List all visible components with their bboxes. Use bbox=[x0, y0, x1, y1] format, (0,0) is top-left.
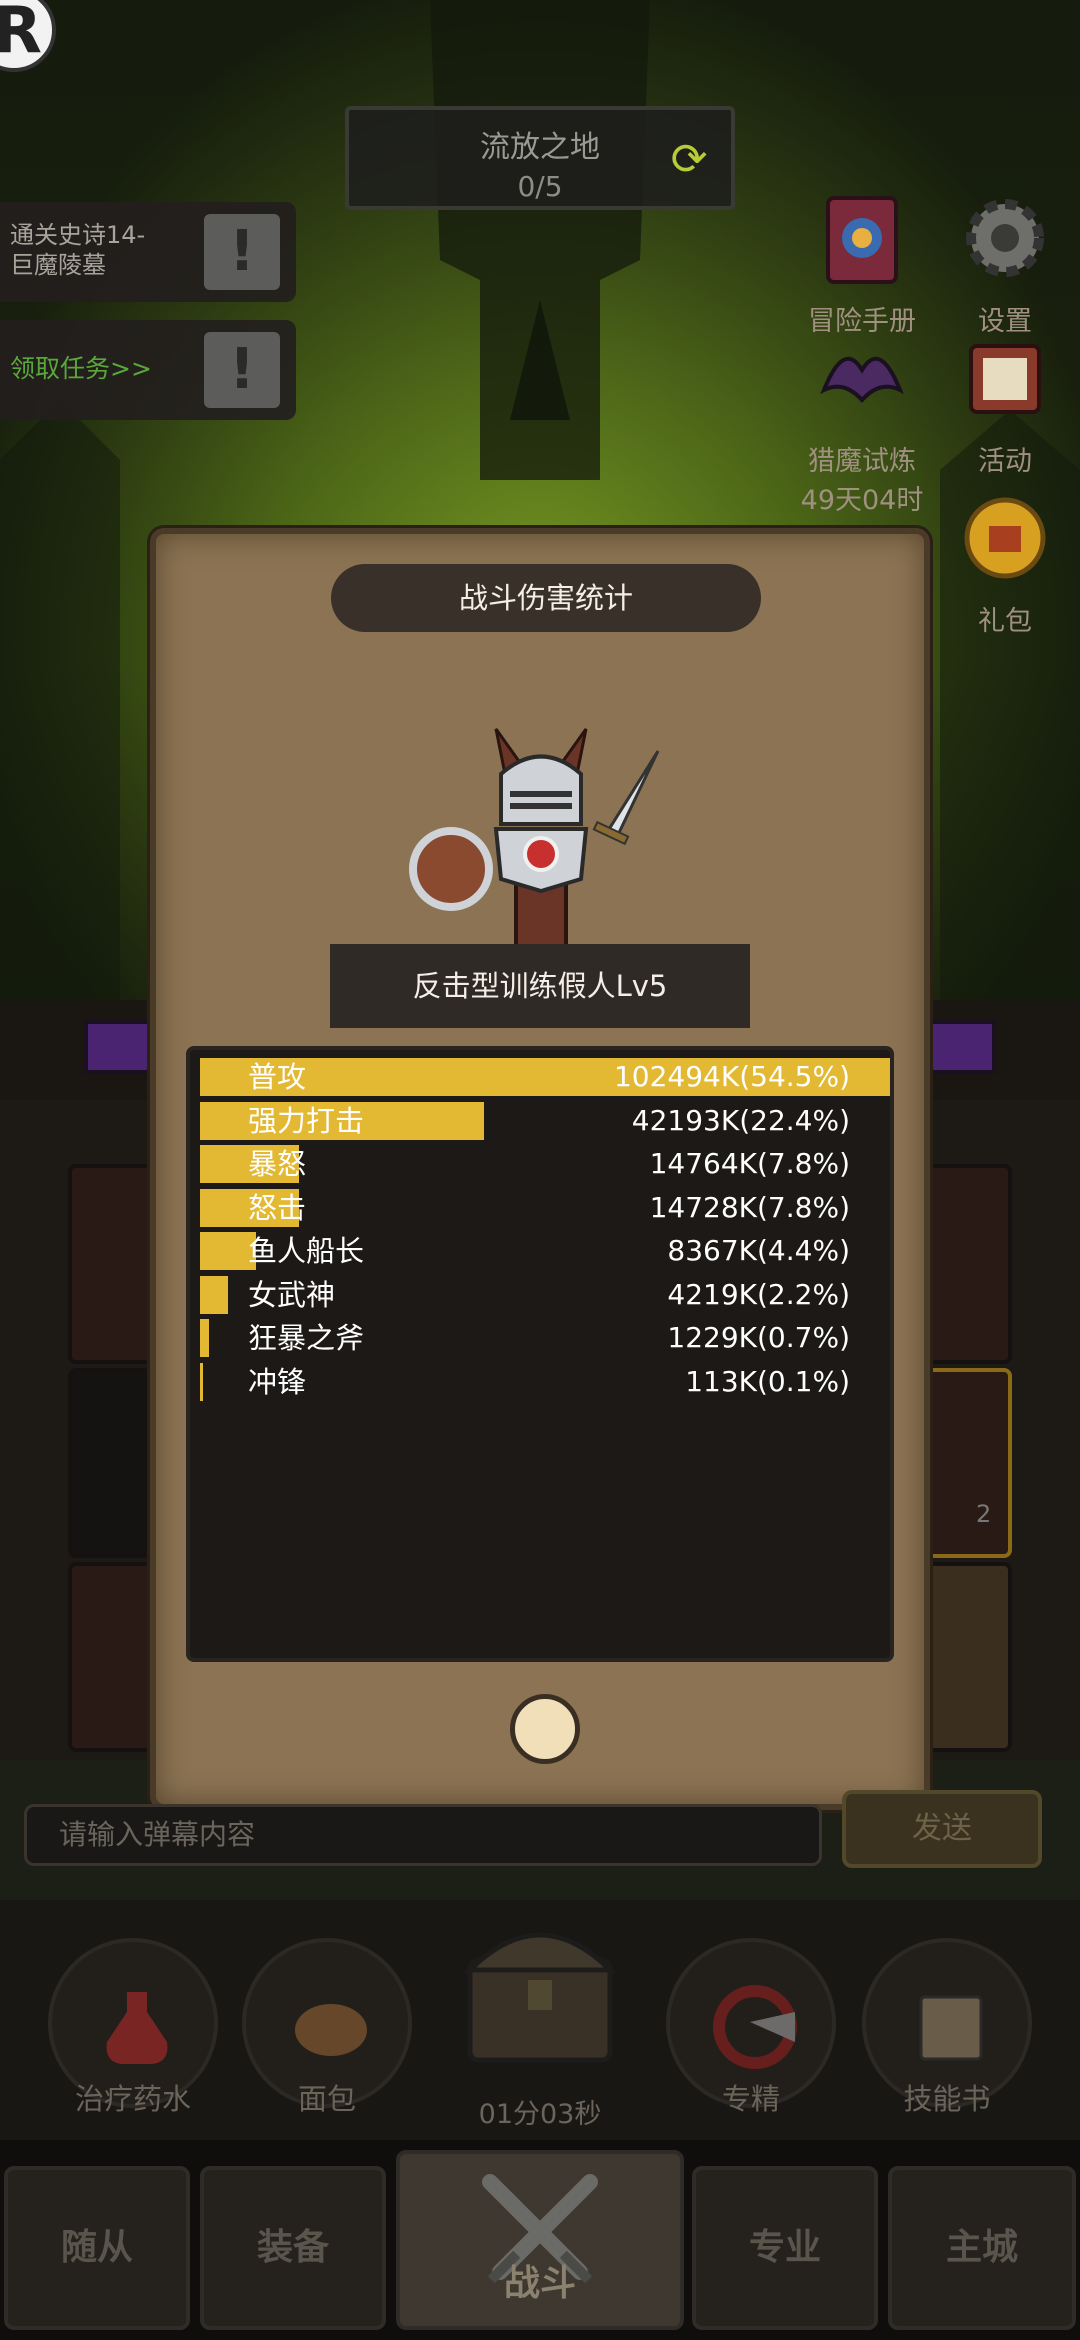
modal-title: 战斗伤害统计 bbox=[331, 564, 761, 632]
damage-source-name: 鱼人船长 bbox=[248, 1234, 365, 1268]
damage-source-name: 强力打击 bbox=[248, 1103, 365, 1138]
damage-stats-list: 普攻 102494K(54.5%) 强力打击 42193K(22.4%) 暴怒 14764… bbox=[186, 1046, 894, 1662]
quest-item-epic[interactable]: 通关史诗14- 巨魔陵墓 ! bbox=[0, 202, 296, 302]
damage-value: 1229K(0.7%) bbox=[667, 1321, 850, 1354]
grid-cell-count: 2 bbox=[976, 1500, 992, 1528]
damage-source-name: 女武神 bbox=[248, 1277, 336, 1312]
refresh-icon[interactable]: ⟳ bbox=[665, 136, 713, 184]
tab-profession[interactable]: 专业 bbox=[692, 2166, 878, 2330]
quest-claim-label: 领取任务>> bbox=[10, 354, 152, 383]
damage-value: 113K(0.1%) bbox=[685, 1364, 850, 1398]
damage-stat-row: 冲锋 113K(0.1%) bbox=[200, 1362, 890, 1401]
settings-button[interactable]: 设置 bbox=[940, 190, 1070, 338]
handbook-button[interactable]: 冒险手册 bbox=[797, 190, 927, 338]
quest-line: 通关史诗14- bbox=[10, 221, 146, 249]
demon-hunt-timer: 49天04时 bbox=[800, 485, 924, 516]
gear-icon bbox=[966, 199, 1044, 277]
demon-hunt-label: 猎魔试炼 bbox=[808, 446, 916, 477]
damage-value: 4219K(2.2%) bbox=[667, 1277, 850, 1311]
grid-cell bbox=[922, 1562, 1012, 1752]
tab-battle[interactable]: 战斗 bbox=[396, 2150, 684, 2330]
close-button[interactable] bbox=[510, 1694, 580, 1764]
damage-source-name: 暴怒 bbox=[248, 1147, 307, 1181]
damage-value: 14728K(7.8%) bbox=[649, 1190, 850, 1224]
damage-stat-row: 怒击 14728K(7.8%) bbox=[200, 1188, 890, 1227]
bread-label: 面包 bbox=[297, 2082, 356, 2116]
damage-bar bbox=[200, 1362, 203, 1401]
bat-wing-icon bbox=[820, 356, 904, 403]
damage-value: 102494K(54.5%) bbox=[613, 1060, 850, 1093]
damage-stat-row: 鱼人船长 8367K(4.4%) bbox=[200, 1232, 890, 1270]
damage-source-name: 普攻 bbox=[248, 1060, 307, 1094]
damage-source-name: 怒击 bbox=[248, 1190, 307, 1225]
damage-value: 42193K(22.4%) bbox=[631, 1103, 850, 1137]
tab-main-city[interactable]: 主城 bbox=[888, 2166, 1076, 2330]
quest-item-claim[interactable]: 领取任务>> ! bbox=[0, 320, 296, 420]
damage-source-name: 狂暴之斧 bbox=[248, 1321, 365, 1355]
damage-stat-row: 女武神 4219K(2.2%) bbox=[200, 1275, 890, 1314]
damage-stat-row: 强力打击 42193K(22.4%) bbox=[200, 1101, 890, 1140]
bottom-navigation: 随从 装备 战斗 专业 主城 bbox=[0, 2140, 1080, 2340]
send-button[interactable]: 发送 bbox=[842, 1790, 1042, 1868]
event-label: 活动 bbox=[978, 446, 1032, 477]
damage-source-name: 冲锋 bbox=[248, 1364, 307, 1399]
chest-timer: 01分03秒 bbox=[478, 2099, 602, 2130]
danmaku-input[interactable]: 请输入弹幕内容 bbox=[24, 1804, 822, 1866]
gift-button[interactable]: 礼包 bbox=[940, 490, 1070, 638]
exclamation-icon: ! bbox=[204, 214, 280, 290]
damage-bar bbox=[200, 1319, 209, 1357]
damage-stats-modal: 战斗伤害统计 反击型训练假人Lv5 普攻 102494K(54.5%) 强力打击 42… bbox=[150, 528, 930, 1810]
tab-battle-label: 战斗 bbox=[503, 2263, 576, 2304]
damage-value: 14764K(7.8%) bbox=[649, 1147, 850, 1180]
damage-stat-row: 普攻 102494K(54.5%) bbox=[200, 1058, 890, 1096]
specialty-icon bbox=[713, 1985, 797, 2069]
stage-info[interactable]: 流放之地 0/5 ⟳ bbox=[345, 106, 735, 210]
purple-health-bar-right bbox=[920, 1020, 996, 1074]
grid-cell bbox=[68, 1562, 158, 1752]
target-name: 反击型训练假人Lv5 bbox=[330, 944, 750, 1028]
quest-line: 巨魔陵墓 bbox=[10, 251, 106, 279]
exclamation-icon: ! bbox=[204, 332, 280, 408]
potion-label: 治疗药水 bbox=[74, 2082, 191, 2116]
damage-stat-row: 暴怒 14764K(7.8%) bbox=[200, 1145, 890, 1183]
gift-label: 礼包 bbox=[978, 606, 1032, 637]
potion-icon bbox=[106, 1992, 168, 2064]
grid-cell bbox=[922, 1368, 1012, 1558]
gift-coin-icon bbox=[964, 497, 1046, 579]
damage-stat-row: 狂暴之斧 1229K(0.7%) bbox=[200, 1319, 890, 1357]
scroll-board-icon bbox=[969, 344, 1041, 414]
skill-book-label: 技能书 bbox=[903, 2082, 991, 2116]
book-icon bbox=[826, 196, 898, 284]
tab-followers[interactable]: 随从 bbox=[4, 2166, 190, 2330]
damage-bar bbox=[200, 1275, 228, 1314]
treasure-chest-icon[interactable] bbox=[450, 1910, 630, 2070]
bread-icon bbox=[295, 2004, 367, 2056]
grid-cell bbox=[68, 1164, 158, 1364]
specialty-label: 专精 bbox=[721, 2082, 780, 2116]
skill-book-icon bbox=[919, 1995, 983, 2061]
damage-value: 8367K(4.4%) bbox=[667, 1234, 850, 1267]
event-button[interactable]: 活动 bbox=[940, 330, 1070, 478]
grid-cell bbox=[68, 1368, 158, 1558]
demon-hunt-button[interactable]: 猎魔试炼 49天04时 bbox=[797, 330, 927, 517]
training-dummy-image bbox=[409, 728, 660, 951]
tab-equipment[interactable]: 装备 bbox=[200, 2166, 386, 2330]
grid-cell bbox=[922, 1164, 1012, 1364]
